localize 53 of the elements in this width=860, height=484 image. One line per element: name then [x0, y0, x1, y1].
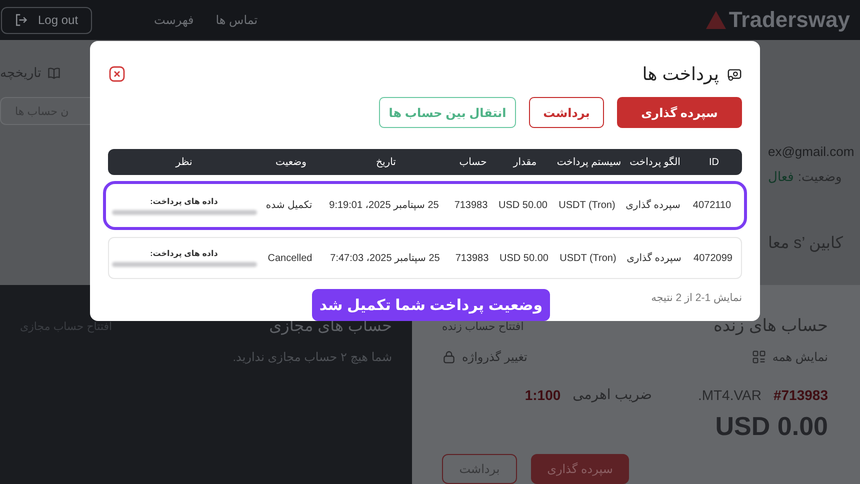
comment-label: داده های پرداخت:	[150, 196, 218, 206]
leverage-label: ضریب اهرمی	[572, 386, 652, 403]
logo-text: Tradersway	[728, 7, 850, 33]
column-header: مقدار	[512, 156, 538, 168]
status-value: فعال	[768, 169, 794, 185]
column-header: وضعیت	[274, 156, 308, 168]
triangle-logo-icon	[704, 10, 727, 30]
nav-link[interactable]: فهرست	[154, 13, 194, 27]
money-icon	[727, 66, 742, 82]
column-header: سیستم پرداخت	[556, 156, 622, 168]
table-cell-text: USD 50.00	[498, 252, 550, 264]
results-count: نمایش 1-2 از 2 نتیجه	[651, 292, 742, 304]
column-header: تاریخ	[375, 156, 397, 168]
nav-link[interactable]: تماس ها	[216, 13, 258, 27]
payment-action-button[interactable]: سپرده گذاری	[617, 97, 742, 128]
column-header: الگو پرداخت	[628, 156, 682, 168]
table-cell-text: 25 سپتامبر 2025، 9:19:01	[328, 200, 440, 211]
close-icon[interactable]	[109, 66, 125, 82]
table-cell-text: 25 سپتامبر 2025، 7:47:03	[329, 252, 441, 264]
table-cell-text: 4072110	[692, 200, 732, 211]
table-cell-text: سپرده گذاری	[624, 200, 682, 211]
table-cell-text: USDT (Tron)	[558, 200, 616, 211]
table-cell-text: 713983	[453, 200, 489, 211]
grid-icon	[752, 350, 766, 364]
table-cell-text: 713983	[454, 252, 490, 264]
account-type: .MT4.VAR	[698, 386, 762, 402]
book-icon	[47, 66, 62, 80]
table-cell-text: USD 50.00	[498, 200, 548, 211]
payment-action-button[interactable]: برداشت	[529, 97, 604, 128]
payment-action-button[interactable]: انتقال بین حساب ها	[379, 97, 516, 128]
logout-button[interactable]: Log out	[1, 6, 92, 34]
balance-text: USD 0.00	[715, 411, 828, 442]
logout-icon	[14, 13, 28, 27]
column-header: ID	[708, 156, 720, 168]
dialog-title: پرداخت ها	[642, 64, 719, 84]
account-number: #713983	[773, 386, 828, 402]
comment-label: داده های پرداخت:	[150, 249, 218, 258]
open-live-link[interactable]: افتتاح حساب زنده	[442, 320, 524, 332]
column-header: نظر	[174, 156, 194, 168]
email-text: ex@gmail.com	[768, 144, 854, 159]
table-cell-text: 4072099	[692, 252, 734, 264]
live-accounts-title: حساب های زنده	[713, 316, 828, 336]
leverage-value: 1:100	[524, 386, 561, 402]
callout-label: وضعیت پرداخت شما تکمیل شد	[312, 289, 550, 321]
table-cell-text: تکمیل شده	[264, 200, 314, 211]
table-cell-text: سپرده گذاری	[626, 252, 682, 264]
lock-icon	[442, 350, 456, 364]
table-cell-text: Cancelled	[266, 252, 314, 264]
table-cell-text: USDT (Tron)	[558, 252, 618, 264]
account-action-button[interactable]: سپرده گذاری	[531, 454, 629, 484]
change-password-link[interactable]: تغییر گذرواژه	[462, 350, 528, 364]
column-header: حساب	[458, 156, 488, 168]
show-all-link[interactable]: نمایش همه	[772, 350, 828, 364]
